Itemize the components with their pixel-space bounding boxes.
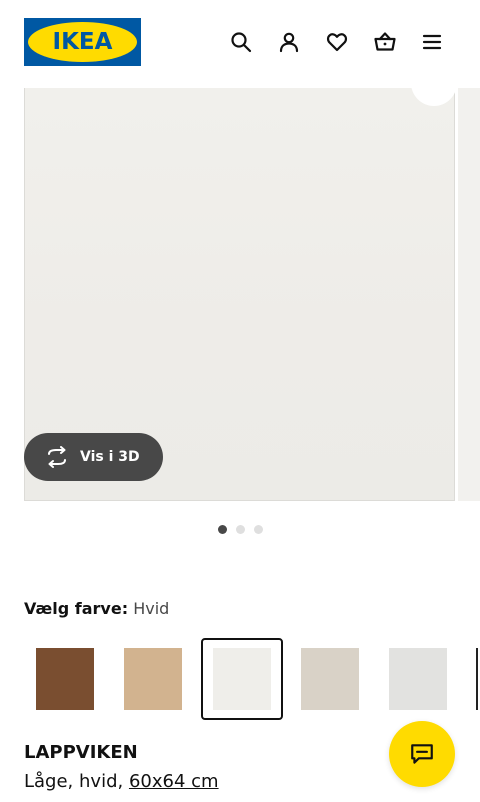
product-description: Låge, hvid, 60x64 cm [24,771,219,792]
swatch-color-fill [124,648,182,710]
product-size-link[interactable]: 60x64 cm [129,771,219,792]
logo-oval: IKEA [28,22,137,62]
product-type: Låge, hvid, [24,771,124,792]
color-swatch[interactable] [377,638,459,720]
color-swatch[interactable] [112,638,194,720]
color-swatch[interactable] [289,638,371,720]
selected-color-value: Hvid [133,599,170,618]
product-name: LAPPVIKEN [24,742,138,763]
swatch-overflow-edge[interactable] [476,648,480,710]
color-picker-label: Vælg farve: Hvid [24,599,169,618]
top-header: IKEA [0,0,480,88]
chat-icon [411,744,433,764]
ikea-logo[interactable]: IKEA [24,18,141,66]
next-image-peek[interactable] [458,88,480,501]
rotate-3d-icon [48,446,66,468]
swatch-color-fill [301,648,359,710]
menu-icon[interactable] [416,26,448,58]
color-label-key: Vælg farve: [24,599,129,618]
swatch-color-fill [389,648,447,710]
view-3d-button[interactable]: Vis i 3D [24,433,163,481]
chat-button[interactable] [389,721,455,787]
carousel-indicator [0,525,480,537]
view-3d-label: Vis i 3D [80,449,140,465]
swatch-color-fill [213,648,271,710]
color-swatch[interactable] [201,638,283,720]
carousel-dot[interactable] [235,525,245,534]
color-swatch[interactable] [24,638,106,720]
carousel-dot[interactable] [217,525,227,534]
product-page: IKEA Vis i 3D Vælg farve: Hvid LAPPVIKEN… [0,0,480,802]
swatch-color-fill [36,648,94,710]
logo-text: IKEA [52,28,113,55]
heart-icon[interactable] [321,26,353,58]
user-icon[interactable] [273,26,305,58]
search-icon[interactable] [225,26,257,58]
basket-icon[interactable] [369,26,401,58]
carousel-dot[interactable] [253,525,263,534]
